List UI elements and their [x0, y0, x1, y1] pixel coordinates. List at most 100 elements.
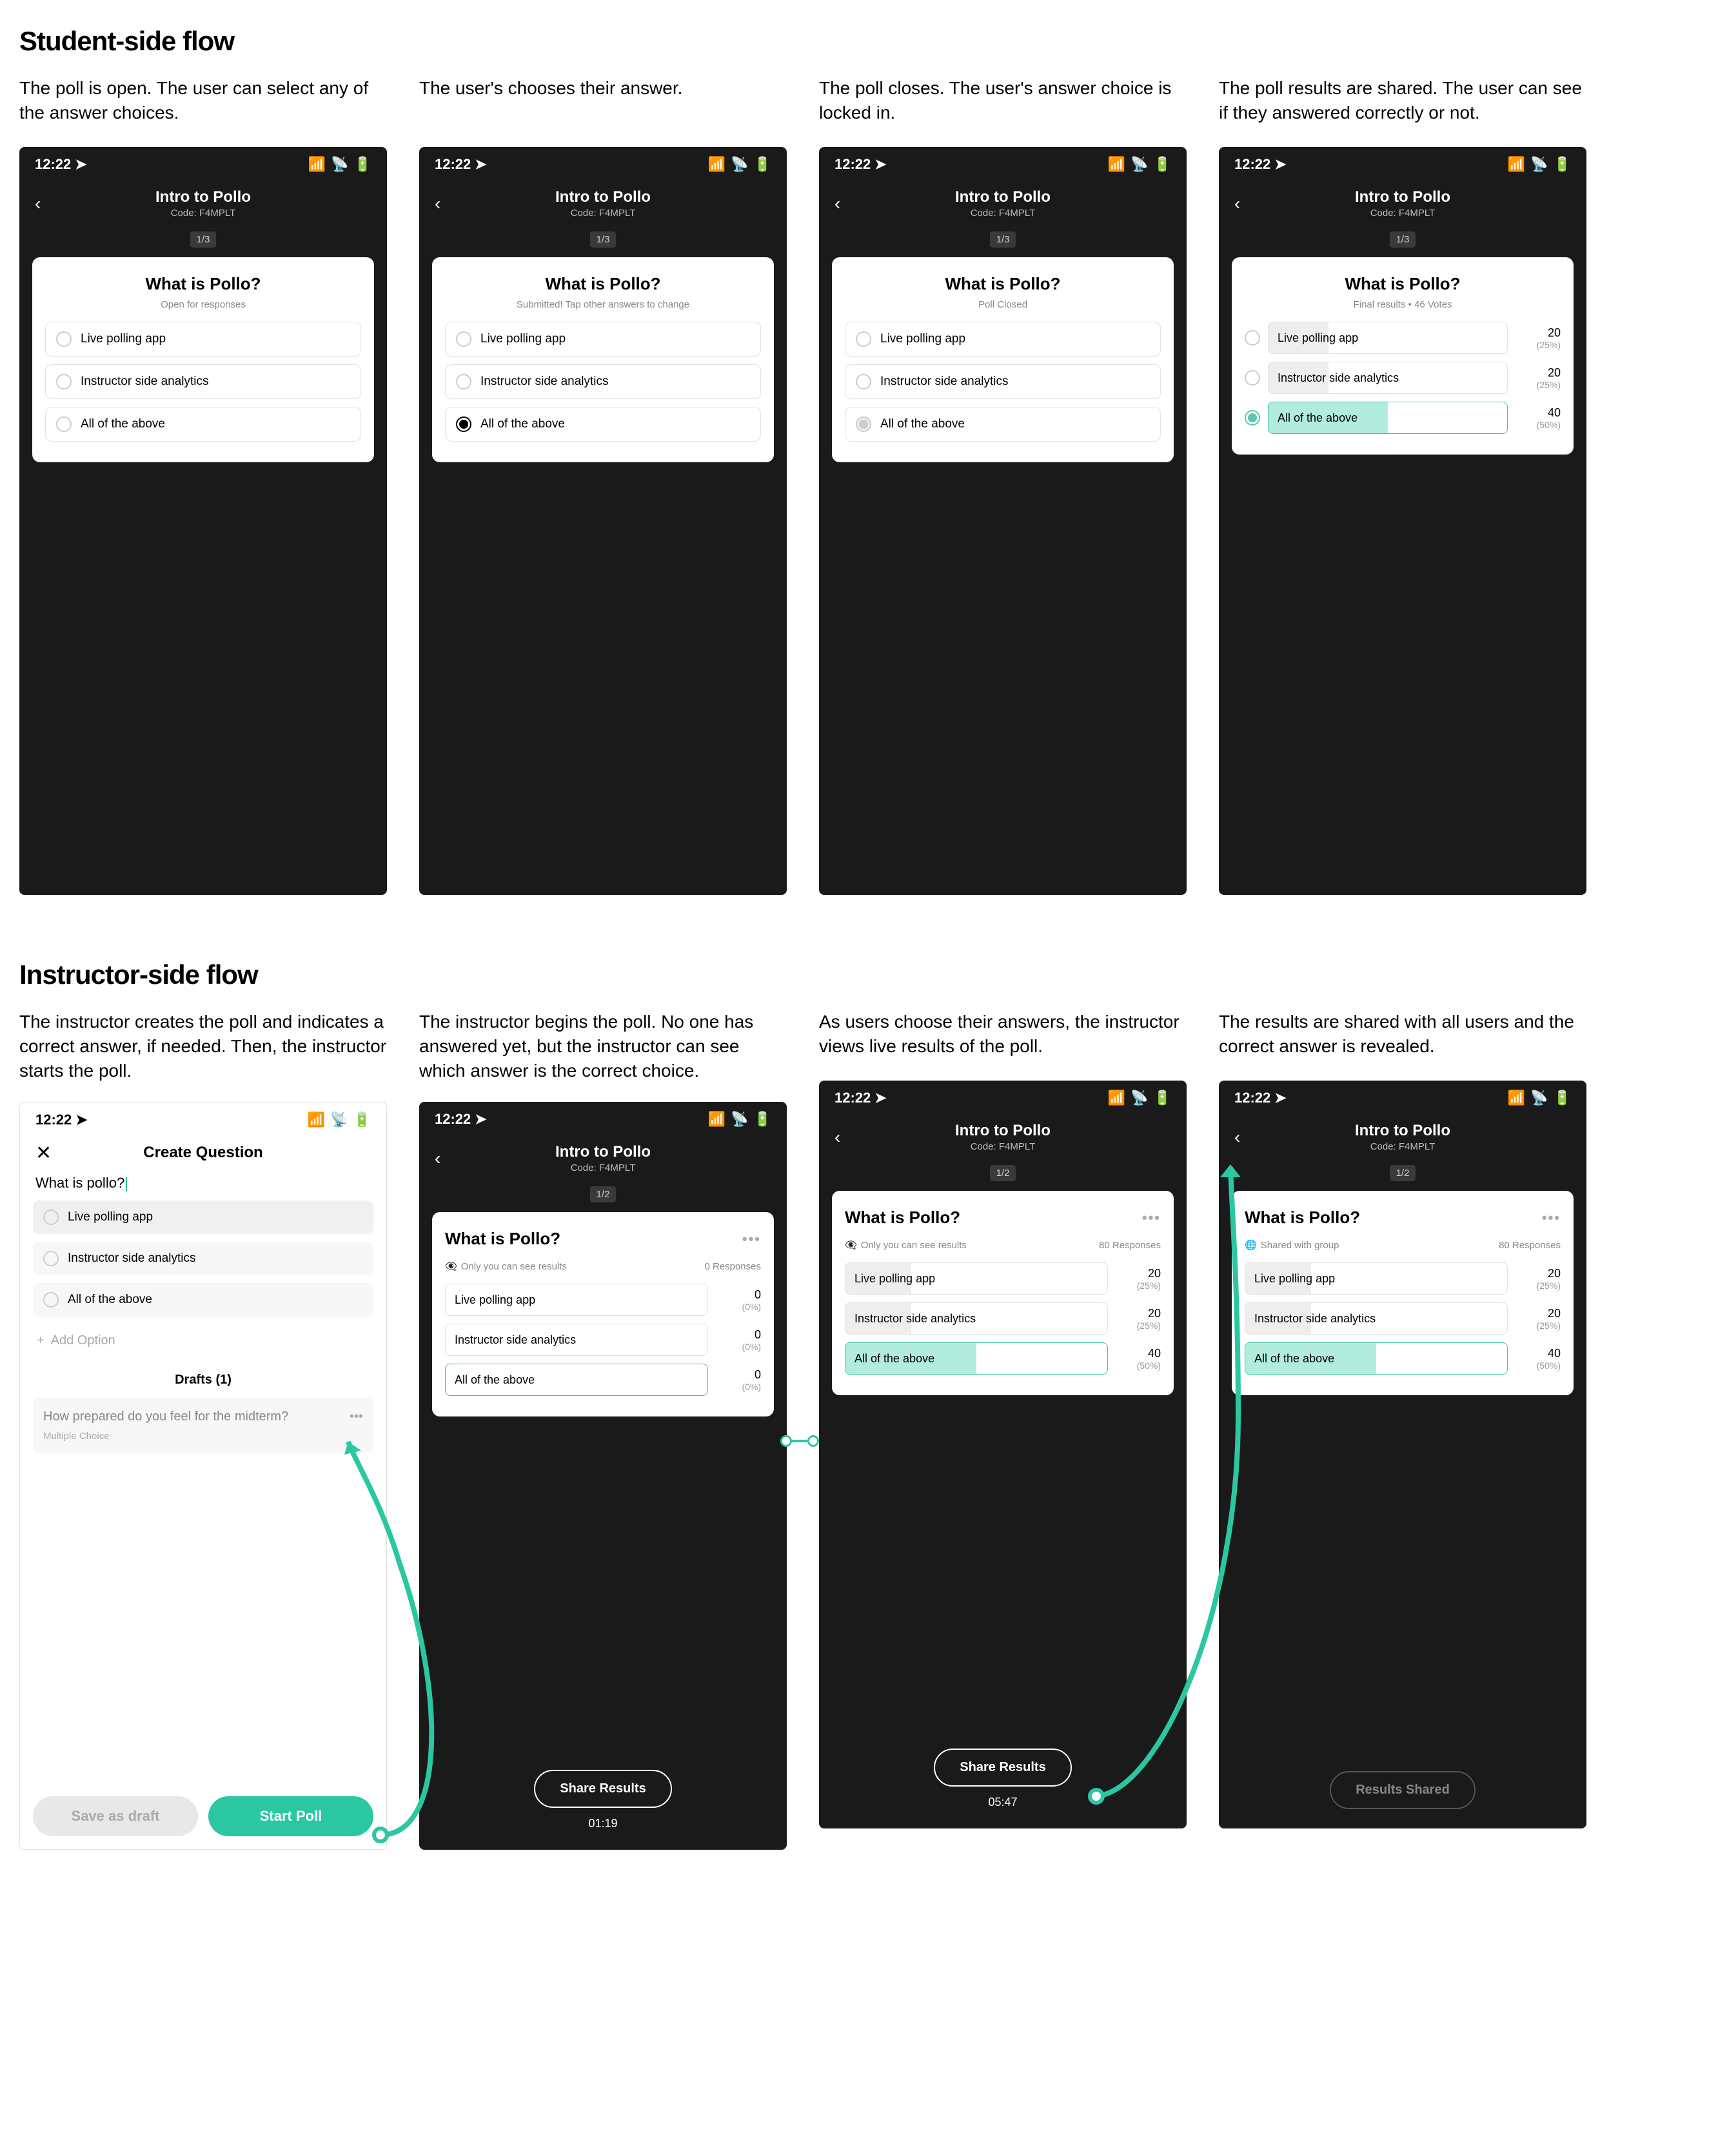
nav-code: Code: F4MPLT — [1355, 1141, 1450, 1152]
radio-icon — [56, 331, 72, 347]
poll-card: What is Pollo? Open for responses Live p… — [32, 257, 374, 462]
answer-option[interactable]: Instructor side analytics — [45, 364, 361, 399]
back-icon[interactable]: ‹ — [834, 1127, 840, 1148]
nav-title: Intro to Pollo — [1355, 188, 1450, 206]
share-results-button[interactable]: Share Results — [934, 1749, 1071, 1787]
start-poll-button[interactable]: Start Poll — [208, 1796, 373, 1836]
caption: The instructor begins the poll. No one h… — [419, 1010, 787, 1083]
nav-bar: ‹ Intro to Pollo Code: F4MPLT — [19, 177, 387, 222]
answer-option: Live polling app — [845, 322, 1161, 357]
answer-label: All of the above — [1269, 411, 1358, 425]
answer-option: All of the above — [845, 407, 1161, 442]
phone-screen: 12:22➤ 📶📡🔋 ‹ Intro to Pollo Code: F4MPLT… — [19, 147, 387, 895]
caption: The poll closes. The user's answer choic… — [819, 76, 1187, 128]
answer-label: All of the above — [68, 1293, 152, 1307]
poll-status: Submitted! Tap other answers to change — [445, 299, 761, 310]
results-shared-button: Results Shared — [1330, 1771, 1476, 1809]
nav-code: Code: F4MPLT — [555, 1162, 651, 1173]
question-input[interactable]: What is pollo? — [33, 1166, 373, 1200]
nav-bar: ‹ Intro to Pollo Code: F4MPLT — [419, 1132, 787, 1177]
status-bar: 12:22➤ 📶📡🔋 — [19, 147, 387, 177]
answer-option[interactable]: Instructor side analytics — [445, 364, 761, 399]
status-time: 12:22 — [1234, 156, 1270, 173]
more-icon[interactable]: ••• — [350, 1409, 363, 1424]
wifi-icon: 📡 — [330, 1112, 348, 1128]
answer-option[interactable]: Live polling app — [45, 322, 361, 357]
back-icon[interactable]: ‹ — [435, 1148, 440, 1169]
vote-count: 0 — [755, 1288, 761, 1301]
radio-icon — [1245, 410, 1260, 426]
nav-title: Intro to Pollo — [955, 1122, 1051, 1140]
drafts-heading: Drafts (1) — [33, 1373, 373, 1387]
result-row: Instructor side analytics 20(25%) — [1245, 362, 1561, 394]
visibility-label: Only you can see results — [461, 1261, 567, 1272]
result-row: Live polling app0(0%) — [445, 1284, 761, 1316]
answer-option[interactable]: All of the above — [445, 407, 761, 442]
poll-timer: 01:19 — [419, 1817, 787, 1830]
answer-label: Live polling app — [845, 1272, 935, 1286]
answer-label: Live polling app — [1269, 331, 1358, 345]
phone-screen: 12:22➤ 📶📡🔋 ‹ Intro to Pollo Code: F4MPLT… — [819, 147, 1187, 895]
result-row: Live polling app20(25%) — [1245, 1262, 1561, 1295]
close-icon[interactable]: ✕ — [35, 1142, 52, 1164]
answer-label: Live polling app — [446, 1293, 535, 1307]
status-time: 12:22 — [834, 156, 871, 173]
answer-option-edit[interactable]: Instructor side analytics — [33, 1242, 373, 1275]
back-icon[interactable]: ‹ — [435, 193, 440, 214]
answer-label: Instructor side analytics — [68, 1251, 196, 1266]
wifi-icon: 📡 — [331, 156, 348, 173]
radio-icon — [456, 416, 471, 432]
caption: The poll results are shared. The user ca… — [1219, 76, 1586, 128]
answer-option[interactable]: Live polling app — [445, 322, 761, 357]
question-text: What is Pollo? — [1245, 274, 1561, 294]
back-icon[interactable]: ‹ — [35, 193, 41, 214]
signal-icon: 📶 — [1508, 1090, 1525, 1106]
poll-card: What is Pollo?••• 👁‍🗨Only you can see re… — [832, 1191, 1174, 1395]
save-draft-button[interactable]: Save as draft — [33, 1796, 198, 1836]
nav-title: Create Question — [143, 1144, 262, 1162]
status-time: 12:22 — [35, 1112, 72, 1128]
status-bar: 12:22➤ 📶📡🔋 — [419, 147, 787, 177]
caption: As users choose their answers, the instr… — [819, 1010, 1187, 1061]
location-icon: ➤ — [1274, 156, 1286, 173]
answer-option: Instructor side analytics — [845, 364, 1161, 399]
share-results-button[interactable]: Share Results — [534, 1770, 671, 1808]
vote-count: 40 — [1148, 1347, 1161, 1360]
poll-status: Final results • 46 Votes — [1245, 299, 1561, 310]
back-icon[interactable]: ‹ — [834, 193, 840, 214]
phone-screen: 12:22➤ 📶📡🔋 ‹ Intro to Pollo Code: F4MPLT… — [819, 1081, 1187, 1828]
answer-option-edit[interactable]: All of the above — [33, 1283, 373, 1317]
answer-label: Instructor side analytics — [880, 375, 1009, 389]
back-icon[interactable]: ‹ — [1234, 1127, 1240, 1148]
nav-code: Code: F4MPLT — [555, 208, 651, 219]
eye-off-icon: 👁‍🗨 — [445, 1260, 457, 1272]
status-bar: 12:22➤ 📶📡🔋 — [1219, 1081, 1586, 1110]
progress-counter: 1/3 — [19, 234, 387, 246]
status-bar: 12:22➤ 📶📡🔋 — [1219, 147, 1586, 177]
question-text: What is Pollo? — [45, 274, 361, 294]
battery-icon: 🔋 — [353, 1112, 371, 1128]
add-option-button[interactable]: +Add Option — [33, 1324, 373, 1357]
wifi-icon: 📡 — [731, 156, 748, 173]
question-text: What is Pollo? — [445, 1229, 560, 1249]
answer-option[interactable]: All of the above — [45, 407, 361, 442]
more-icon[interactable]: ••• — [1142, 1210, 1161, 1226]
bottom-area: Share Results 05:47 — [819, 1749, 1187, 1809]
vote-pct: (25%) — [1116, 1280, 1161, 1291]
visibility-label: Shared with group — [1261, 1240, 1339, 1251]
draft-card[interactable]: How prepared do you feel for the midterm… — [33, 1398, 373, 1453]
location-icon: ➤ — [475, 156, 486, 173]
answer-option-edit[interactable]: Live polling app — [33, 1200, 373, 1234]
vote-pct: (0%) — [716, 1382, 761, 1392]
more-icon[interactable]: ••• — [1542, 1210, 1561, 1226]
answer-label: Instructor side analytics — [81, 375, 209, 389]
status-icons: 📶📡🔋 — [308, 156, 371, 173]
nav-code: Code: F4MPLT — [955, 1141, 1051, 1152]
answer-label: All of the above — [81, 417, 165, 431]
progress-counter: 1/2 — [1219, 1168, 1586, 1179]
signal-icon: 📶 — [708, 156, 726, 173]
answer-label: All of the above — [1245, 1352, 1334, 1366]
more-icon[interactable]: ••• — [742, 1231, 761, 1248]
back-icon[interactable]: ‹ — [1234, 193, 1240, 214]
status-bar: 12:22➤ 📶📡🔋 — [819, 1081, 1187, 1110]
